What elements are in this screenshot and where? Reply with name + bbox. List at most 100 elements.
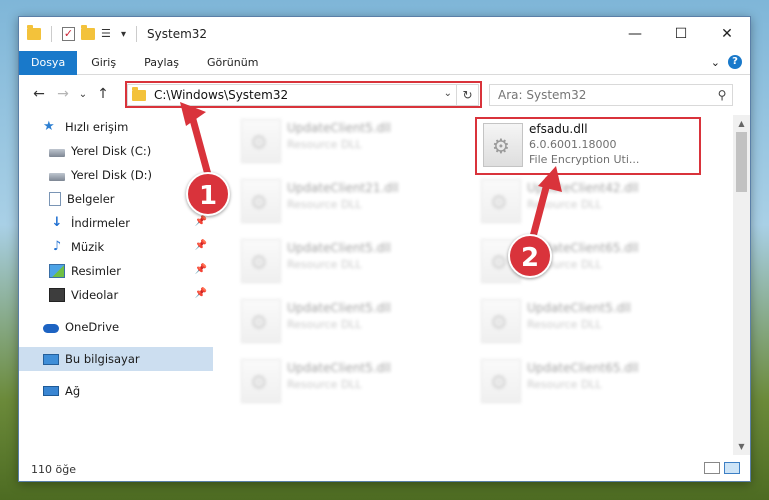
- document-icon: [49, 192, 61, 206]
- sidebar-item-network[interactable]: Ağ: [19, 379, 213, 403]
- tiles-view-icon[interactable]: [724, 462, 740, 474]
- sidebar-item-label: Hızlı erişim: [65, 120, 129, 134]
- sidebar-item-label: Bu bilgisayar: [65, 352, 140, 366]
- tab-view[interactable]: Görünüm: [193, 51, 272, 75]
- file-list: UpdateClient5.dll Resource DLL UpdateClie…: [227, 115, 727, 455]
- address-text[interactable]: C:\Windows\System32: [154, 88, 288, 102]
- file-description: Resource DLL: [287, 138, 362, 151]
- callout-step-2: 2: [508, 234, 552, 278]
- folder-icon: [27, 25, 41, 40]
- file-name: UpdateClient5.dll: [287, 121, 391, 135]
- customize-toolbar-icon[interactable]: ☰: [101, 28, 115, 40]
- sidebar-item-music[interactable]: ♪ Müzik 📌: [19, 235, 213, 259]
- tab-home[interactable]: Giriş: [77, 51, 130, 75]
- minimize-button[interactable]: —: [612, 17, 658, 51]
- sidebar-item-label: Ağ: [65, 384, 81, 398]
- list-item[interactable]: UpdateClient21.dll Resource DLL: [235, 175, 435, 229]
- list-item-efsadu[interactable]: efsadu.dll 6.0.6001.18000 File Encryptio…: [475, 117, 701, 175]
- sidebar-item-label: Yerel Disk (C:): [71, 144, 152, 158]
- back-button[interactable]: ←: [27, 86, 51, 102]
- computer-icon: [43, 353, 59, 365]
- details-view-icon[interactable]: [704, 462, 720, 474]
- scroll-down-icon[interactable]: ▼: [733, 438, 750, 455]
- forward-button[interactable]: →: [51, 86, 75, 102]
- pin-icon[interactable]: 📌: [195, 216, 207, 227]
- file-name: efsadu.dll: [529, 122, 588, 136]
- callout-step-1: 1: [186, 172, 230, 216]
- list-item[interactable]: UpdateClient5.dll Resource DLL: [475, 295, 675, 349]
- scroll-up-icon[interactable]: ▲: [733, 115, 750, 132]
- list-item[interactable]: UpdateClient5.dll Resource DLL: [235, 235, 435, 289]
- window-title: System32: [147, 27, 208, 41]
- dll-file-icon: [241, 299, 281, 343]
- new-folder-icon[interactable]: [81, 25, 95, 40]
- sidebar-item-pictures[interactable]: Resimler 📌: [19, 259, 213, 283]
- dll-file-icon: [483, 123, 523, 167]
- address-bar[interactable]: C:\Windows\System32 ⌄ ↻: [127, 84, 479, 106]
- scroll-thumb[interactable]: [736, 132, 747, 192]
- sidebar-item-label: OneDrive: [65, 320, 120, 334]
- sidebar-item-label: İndirmeler: [71, 216, 130, 230]
- address-dropdown-icon[interactable]: ⌄: [444, 88, 452, 99]
- up-button[interactable]: ↑: [91, 86, 115, 102]
- ribbon-right: ⌄ ?: [711, 55, 742, 69]
- view-toggle: [704, 462, 740, 474]
- sidebar-item-label: Videolar: [71, 288, 119, 302]
- search-input[interactable]: [498, 88, 712, 102]
- divider: [136, 26, 138, 42]
- maximize-button[interactable]: ☐: [658, 17, 704, 51]
- download-icon: ↓: [51, 215, 63, 230]
- file-description: Resource DLL: [287, 378, 362, 391]
- pin-icon[interactable]: 📌: [195, 264, 207, 275]
- chevron-down-icon[interactable]: ▾: [121, 29, 126, 40]
- file-name: UpdateClient42.dll: [527, 181, 639, 195]
- sidebar-item-videos[interactable]: Videolar 📌: [19, 283, 213, 307]
- ribbon-tabs: Dosya Giriş Paylaş Görünüm ⌄ ?: [19, 50, 750, 75]
- recent-locations-button[interactable]: ⌄: [75, 89, 91, 100]
- file-description: Resource DLL: [287, 318, 362, 331]
- file-description: Resource DLL: [287, 258, 362, 271]
- list-item[interactable]: UpdateClient65.dllResource DLL: [475, 235, 675, 289]
- pin-icon[interactable]: 📌: [195, 288, 207, 299]
- dll-file-icon: [241, 119, 281, 163]
- file-description: Resource DLL: [287, 198, 362, 211]
- navigation-pane: ★ Hızlı erişim Yerel Disk (C:) Yerel Dis…: [19, 115, 213, 455]
- tab-file[interactable]: Dosya: [19, 50, 78, 75]
- sidebar-item-documents[interactable]: Belgeler: [19, 187, 213, 211]
- sidebar-item-downloads[interactable]: ↓ İndirmeler 📌: [19, 211, 213, 235]
- status-bar: 110 öğe: [19, 457, 750, 481]
- sidebar-item-local-disk-d[interactable]: Yerel Disk (D:): [19, 163, 213, 187]
- video-icon: [49, 288, 65, 302]
- list-item[interactable]: UpdateClient5.dll Resource DLL: [235, 295, 435, 349]
- sidebar-item-label: Yerel Disk (D:): [71, 168, 153, 182]
- file-name: UpdateClient65.dll: [527, 361, 639, 375]
- sidebar-item-local-disk-c[interactable]: Yerel Disk (C:): [19, 139, 213, 163]
- dll-file-icon: [241, 239, 281, 283]
- disk-icon: [49, 148, 65, 157]
- file-version: 6.0.6001.18000: [529, 138, 617, 151]
- sidebar-item-label: Belgeler: [67, 192, 115, 206]
- list-item[interactable]: UpdateClient65.dllResource DLL: [475, 355, 675, 409]
- help-icon[interactable]: ?: [728, 55, 742, 69]
- refresh-button[interactable]: ↻: [456, 85, 478, 105]
- dll-file-icon: [241, 359, 281, 403]
- sidebar-item-quick-access[interactable]: ★ Hızlı erişim: [19, 115, 213, 139]
- sidebar-item-label: Resimler: [71, 264, 121, 278]
- file-name: UpdateClient21.dll: [287, 181, 399, 195]
- cloud-icon: [43, 324, 59, 333]
- properties-icon[interactable]: ✓: [62, 27, 75, 41]
- sidebar-item-onedrive[interactable]: OneDrive: [19, 315, 213, 339]
- sidebar-item-this-pc[interactable]: Bu bilgisayar: [19, 347, 213, 371]
- dll-file-icon: [241, 179, 281, 223]
- search-icon[interactable]: ⚲: [712, 88, 732, 102]
- vertical-scrollbar[interactable]: ▲ ▼: [733, 115, 750, 455]
- tab-share[interactable]: Paylaş: [130, 51, 193, 75]
- pin-icon[interactable]: 📌: [195, 240, 207, 251]
- list-item[interactable]: UpdateClient5.dll Resource DLL: [235, 355, 435, 409]
- list-item[interactable]: UpdateClient5.dll Resource DLL: [235, 115, 435, 169]
- list-item[interactable]: UpdateClient42.dll Resource DLL: [475, 175, 675, 229]
- expand-ribbon-icon[interactable]: ⌄: [711, 56, 720, 69]
- search-box[interactable]: ⚲: [489, 84, 733, 106]
- network-icon: [43, 386, 59, 396]
- close-button[interactable]: ✕: [704, 17, 750, 51]
